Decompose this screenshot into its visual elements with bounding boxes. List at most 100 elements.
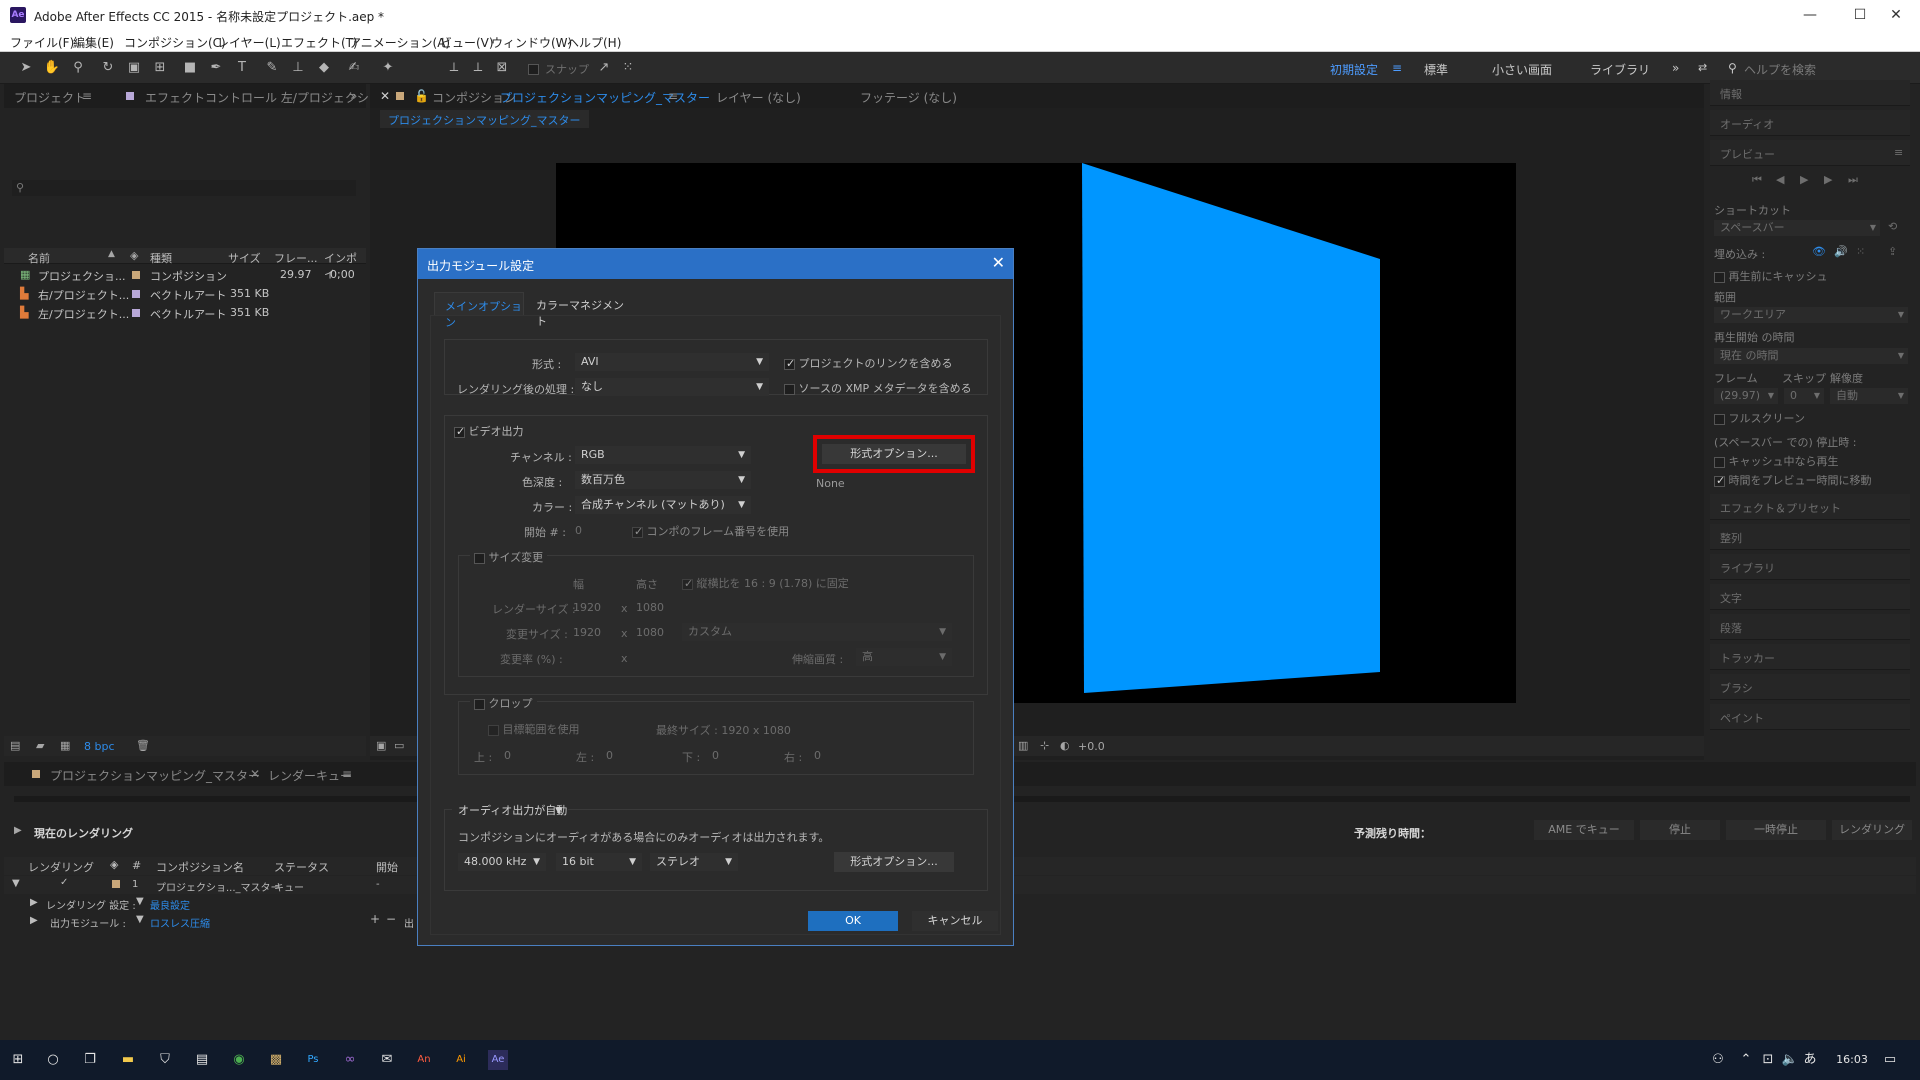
close-window-button[interactable]: ✕ (1876, 4, 1916, 26)
stop-button[interactable]: 停止 (1640, 820, 1720, 840)
tab-menu-icon[interactable]: ≡ (668, 89, 678, 103)
expand-arrow-icon[interactable]: ▶ (30, 915, 38, 926)
crop-left-value[interactable]: 0 (606, 749, 613, 762)
network-icon[interactable]: ⊡ (1758, 1050, 1778, 1070)
col-status[interactable]: ステータス (274, 859, 329, 875)
audio-output-dropdown[interactable]: オーディオ出力が自動 (452, 802, 568, 820)
bpc-toggle[interactable]: 8 bpc (84, 740, 115, 753)
col-number[interactable]: # (132, 859, 141, 872)
clock[interactable]: 16:03 (1832, 1050, 1872, 1070)
chevron-down-icon[interactable]: ▼ (136, 914, 144, 925)
pan-behind-tool-icon[interactable]: ⊞ (150, 58, 170, 78)
render-button[interactable]: レンダリング (1832, 820, 1912, 840)
flowchart-icon[interactable]: ⊹ (1040, 739, 1049, 752)
sample-rate-dropdown[interactable]: 48.000 kHz (458, 853, 546, 871)
col-render[interactable]: レンダリング (28, 859, 94, 875)
panel-overflow-icon[interactable]: » (350, 89, 357, 103)
exposure-icon[interactable]: ◐ (1060, 739, 1070, 752)
paragraph-panel-header[interactable]: 段落 (1710, 614, 1910, 640)
help-search-input[interactable]: ヘルプを検索 (1744, 61, 1816, 78)
expand-arrow-icon[interactable]: ▶ (30, 897, 38, 908)
last-frame-icon[interactable]: ⏭ (1848, 173, 1858, 187)
clone-stamp-tool-icon[interactable]: ⊥ (288, 58, 308, 78)
range-dropdown[interactable]: ワークエリア (1714, 307, 1908, 323)
bit-depth-dropdown[interactable]: 16 bit (556, 853, 642, 871)
project-row[interactable]: ▙ 左/プロジェクト... ベクトルアート 351 KB (20, 304, 364, 322)
expand-arrow-icon[interactable]: ▶ (14, 825, 22, 836)
skip-dropdown[interactable]: 0 (1784, 388, 1824, 404)
brushes-panel-header[interactable]: ブラシ (1710, 674, 1910, 700)
paint-panel-header[interactable]: ペイント (1710, 704, 1910, 730)
tracker-panel-header[interactable]: トラッカー (1710, 644, 1910, 670)
col-comp-name[interactable]: コンポジション名 (156, 859, 244, 875)
brush-tool-icon[interactable]: ✎ (262, 58, 282, 78)
workspace-menu-icon[interactable]: ≡ (1392, 61, 1402, 75)
tab-timeline-comp[interactable]: プロジェクションマッピング_マスター (50, 767, 260, 784)
cancel-button[interactable]: キャンセル (912, 911, 998, 931)
exposure-value[interactable]: +0.0 (1078, 740, 1105, 753)
ok-button[interactable]: OK (808, 911, 898, 931)
libraries-panel-header[interactable]: ライブラリ (1710, 554, 1910, 580)
close-icon[interactable]: ✕ (992, 253, 1005, 272)
preview-menu-icon[interactable]: ≡ (1894, 146, 1903, 159)
maximize-button[interactable]: ☐ (1840, 4, 1880, 26)
monitor-icon[interactable]: ▭ (394, 739, 404, 752)
character-panel-header[interactable]: 文字 (1710, 584, 1910, 610)
video-format-options-button[interactable]: 形式オプション... (822, 444, 966, 464)
preview-panel-header[interactable]: プレビュー ≡ (1710, 140, 1910, 166)
people-icon[interactable]: ⚇ (1708, 1050, 1728, 1070)
comp-subtab[interactable]: プロジェクションマッピング_マスター (380, 110, 589, 128)
tab-color-management[interactable]: カラーマネジメント (530, 292, 630, 328)
trash-icon[interactable]: 🗑 (136, 739, 150, 752)
close-tab-icon[interactable]: ✕ (250, 767, 260, 781)
tab-menu-icon[interactable]: ≡ (82, 89, 92, 103)
include-project-link-checkbox[interactable]: プロジェクトのリンクを含める (784, 355, 953, 371)
chrome-icon[interactable]: ◉ (229, 1050, 249, 1070)
workspace-libraries[interactable]: ライブラリ (1590, 61, 1650, 78)
local-axis-icon[interactable]: ⟂ (444, 58, 464, 78)
file-explorer-icon[interactable]: ▬ (118, 1050, 138, 1070)
export-icon[interactable]: ⇪ (1888, 245, 1897, 258)
expand-arrow-icon[interactable]: ▼ (12, 878, 20, 889)
menu-help[interactable]: ヘルプ(H) (567, 34, 621, 51)
pause-button[interactable]: 一時停止 (1726, 820, 1826, 840)
tab-project[interactable]: プロジェクト (14, 89, 86, 106)
render-settings-link[interactable]: 最良設定 (150, 897, 190, 912)
minimize-button[interactable]: — (1790, 4, 1830, 26)
calculator-icon[interactable]: ▤ (192, 1050, 212, 1070)
pen-tool-icon[interactable]: ✒ (206, 58, 226, 78)
after-effects-taskbar-icon[interactable]: Ae (488, 1050, 508, 1070)
first-frame-icon[interactable]: ⏮ (1752, 173, 1762, 187)
use-comp-frame-checkbox[interactable]: コンポのフレーム番号を使用 (632, 523, 789, 539)
post-render-dropdown[interactable]: なし (575, 378, 769, 396)
menu-effect[interactable]: エフェクト(T) (281, 34, 358, 51)
visual-studio-icon[interactable]: ∞ (340, 1050, 360, 1070)
menu-window[interactable]: ウィンドウ(W) (491, 34, 572, 51)
effects-presets-panel-header[interactable]: エフェクト＆プリセット (1710, 494, 1910, 520)
col-name[interactable]: 名前 (28, 250, 50, 266)
play-start-dropdown[interactable]: 現在 の時間 (1714, 348, 1908, 364)
tab-layer[interactable]: レイヤー (なし) (716, 89, 801, 106)
prev-frame-icon[interactable]: ◀ (1776, 173, 1784, 186)
snap-checkbox[interactable] (528, 62, 539, 75)
workspace-more-icon[interactable]: » (1672, 61, 1679, 75)
illustrator-icon[interactable]: Ai (451, 1050, 471, 1070)
depth-dropdown[interactable]: 数百万色 (575, 471, 751, 489)
tab-composition-name[interactable]: プロジェクションマッピング_マスター (500, 89, 710, 106)
tab-menu-icon[interactable]: ≡ (342, 767, 352, 781)
windows-start-icon[interactable]: ⊞ (8, 1050, 28, 1070)
include-xmp-checkbox[interactable]: ソースの XMP メタデータを含める (784, 380, 972, 396)
col-type[interactable]: 種類 (150, 250, 172, 266)
resize-width[interactable]: 1920 (573, 626, 601, 639)
resize-checkbox[interactable]: サイズ変更 (470, 549, 548, 565)
workspace-standard[interactable]: 標準 (1424, 61, 1448, 78)
selection-tool-icon[interactable]: ➤ (16, 58, 36, 78)
menu-edit[interactable]: 編集(E) (73, 34, 114, 51)
next-frame-icon[interactable]: ▶ (1824, 173, 1832, 186)
resize-preset-dropdown[interactable]: カスタム (682, 623, 952, 641)
queue-in-ame-button[interactable]: AME でキュー (1534, 820, 1634, 840)
use-roi-checkbox[interactable]: 目標範囲を使用 (488, 721, 580, 737)
tray-chevron-icon[interactable]: ⌃ (1736, 1050, 1756, 1070)
animate-icon[interactable]: An (414, 1050, 434, 1070)
world-axis-icon[interactable]: ⟂ (468, 58, 488, 78)
